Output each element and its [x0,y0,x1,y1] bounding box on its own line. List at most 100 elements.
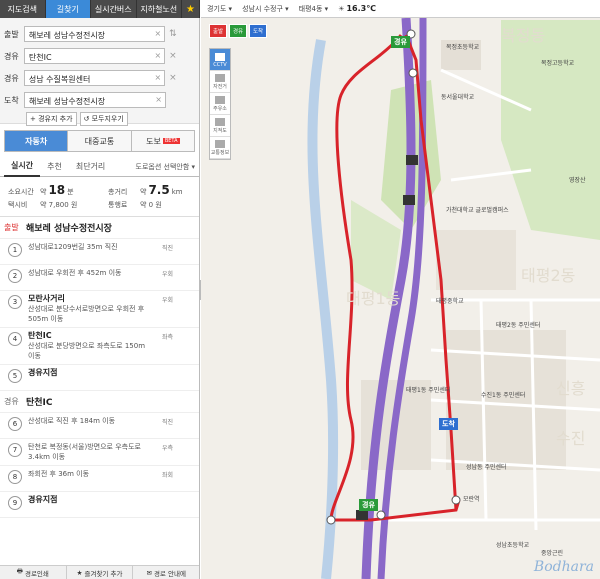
end-marker[interactable]: 도착 [439,418,458,430]
remove-via-icon[interactable]: × [165,51,195,61]
legend-start[interactable]: 출발 [209,24,227,38]
step-number: 6 [8,417,22,431]
swap-icon[interactable]: ⇅ [165,29,195,39]
tab-map-search[interactable]: 지도검색 [0,0,46,18]
time-prefix: 약 [40,188,47,196]
via2-label: 경유 [4,73,19,83]
place-label[interactable]: 복정고등학교 [541,58,574,67]
end-label: 도착 [4,95,19,105]
place-label[interactable]: 가천대학교 글로벌캠퍼스 [446,205,526,214]
route-step[interactable]: 8 좌회전 후 36m 이동 좌회 [0,466,199,492]
cctv-icon[interactable] [403,195,415,205]
tab-subway[interactable]: 지하철노선 [137,0,182,18]
legend-via[interactable]: 경유 [229,24,247,38]
place-label[interactable]: 수진1동 주민센터 [481,390,531,399]
route-step[interactable]: 4 탄천IC 산성대로 분당방면으로 좌측도로 150m 이동 좌측 [0,328,199,365]
clear-icon[interactable]: × [155,95,162,104]
tab-shortest[interactable]: 최단거리 [69,157,112,177]
step-description: 성남대로 우회전 후 452m 이동 [28,269,122,277]
dist-label: 총거리 [108,188,128,196]
bike-label: 자전거 [213,84,227,90]
route-via[interactable]: 경유 탄천IC [0,391,199,413]
tab-car[interactable]: 자동차 [5,131,69,151]
cctv-icon[interactable] [356,510,368,520]
step-number: 5 [8,369,22,383]
legend-end[interactable]: 도착 [249,24,267,38]
via-marker[interactable]: 경유 [391,36,410,48]
remove-via-icon[interactable]: × [165,73,195,83]
place-label[interactable]: 성남초등학교 [496,540,529,549]
place-label[interactable]: 복정초등학교 [446,42,479,51]
sun-icon: ☀ [338,4,345,13]
taxi-value: 약 7,800 원 [40,201,78,209]
time-unit: 분 [67,188,74,196]
end-value: 해보레 성남수정전시장 [29,97,106,106]
step-description: 성남대로1209번길 35m 직진 [28,243,118,251]
top-tab-bar: 지도검색 길찾기 실시간버스 지하철노선 ★ [0,0,200,18]
route-step[interactable]: 6 산성대로 직진 후 184m 이동 직진 [0,413,199,439]
start-input[interactable]: 해보레 성남수정전시장 × [23,26,166,42]
place-label[interactable]: 동서울대학교 [441,92,474,101]
via1-input[interactable]: 탄천IC × [23,48,166,64]
start-name: 해보레 성남수정전시장 [26,224,112,234]
clear-icon[interactable]: × [154,51,161,60]
route-step[interactable]: 1 성남대로1209번길 35m 직진 직진 [0,239,199,265]
via-marker[interactable]: 경유 [359,499,378,511]
tab-realtime[interactable]: 실시간 [4,157,41,177]
tab-recommend[interactable]: 추천 [40,157,69,177]
place-label[interactable]: 중앙근린 [541,548,563,557]
place-label[interactable]: 태평2동 주민센터 [496,320,546,329]
clear-all-button[interactable]: ↺ 모두지우기 [79,112,128,126]
tab-transit[interactable]: 대중교통 [68,131,132,151]
route-step[interactable]: 5 경유지점 [0,365,199,391]
via2-input[interactable]: 성남 수질복원센터 × [23,70,166,86]
cctv-toggle[interactable]: CCTV [210,49,230,71]
place-label[interactable]: 성남동 주민센터 [466,462,516,471]
walk-label: 도보 [146,136,161,146]
add-favorite-button[interactable]: ★ 즐겨찾기 추가 [67,566,134,579]
route-step[interactable]: 7 탄천로 복정동(서울)방면으로 우측도로 3.4km 이동 우측 [0,439,199,466]
place-label[interactable]: 영장산 [569,175,586,184]
place-label[interactable]: 태평1동 주민센터 [406,385,456,394]
print-route-button[interactable]: 🖶 경로인쇄 [0,566,67,579]
route-step[interactable]: 3 모란사거리 산성대로 분당수서로방면으로 우회전 후 505m 이동 우회 [0,291,199,328]
end-input[interactable]: 해보레 성남수정전시장 × [24,92,166,108]
route-step[interactable]: 9 경유지점 [0,492,199,518]
cctv-icon[interactable] [406,155,418,165]
road-option-select[interactable]: 도로옵션 선택안함 ▾ [136,162,199,172]
tab-directions[interactable]: 길찾기 [45,0,91,18]
place-label[interactable]: 태평중학교 [436,296,464,305]
turn-arrow-icon: 우회 [161,271,173,278]
route-step[interactable]: 2 성남대로 우회전 후 452m 이동 우회 [0,265,199,291]
dong-select[interactable]: 태평4동 ▾ [299,4,329,14]
route-node [326,515,336,525]
favorite-label: 즐겨찾기 추가 [84,569,123,578]
route-start[interactable]: 출발 해보레 성남수정전시장 [0,217,199,239]
traffic-toggle[interactable]: 교통정보 [210,137,230,159]
place-label[interactable]: 모란역 [463,494,480,503]
toll-label: 통행료 [108,201,128,209]
via1-value: 탄천IC [28,53,52,62]
star-icon[interactable]: ★ [182,0,200,18]
area-label: 복정동 [501,26,546,45]
cadastral-toggle[interactable]: 지적도 [210,115,230,137]
cadastral-label: 지적도 [213,128,227,134]
gas-label: 주유소 [213,106,227,112]
temperature: 16.3℃ [346,4,376,13]
add-via-button[interactable]: + 경유지 추가 [26,112,77,126]
bottom-action-bar: 🖶 경로인쇄 ★ 즐겨찾기 추가 ✉ 경로 안내에 [0,565,199,579]
province-select[interactable]: 경기도 ▾ [207,4,232,14]
gas-toggle[interactable]: 주유소 [210,93,230,115]
route-guide-button[interactable]: ✉ 경로 안내에 [133,566,199,579]
tab-walk[interactable]: 도보 BETA [131,131,194,151]
map-tool-panel: CCTV 자전거 주유소 지적도 교통정보 [209,48,231,160]
bike-toggle[interactable]: 자전거 [210,71,230,93]
watermark: Bodhara [533,559,594,575]
step-description: 산성대로 분당수서로방면으로 우회전 후 505m 이동 [28,305,145,323]
clear-icon[interactable]: × [154,73,161,82]
map-view[interactable]: 경기도 ▾ 성남시 수정구 ▾ 태평4동 ▾ ☀ 16.3℃ 출발 경유 도착 C… [201,0,600,579]
clear-icon[interactable]: × [154,29,161,38]
step-description: 탄천로 복정동(서울)방면으로 우측도로 3.4km 이동 [28,443,141,461]
city-select[interactable]: 성남시 수정구 ▾ [242,4,289,14]
tab-realtime-bus[interactable]: 실시간버스 [91,0,137,18]
